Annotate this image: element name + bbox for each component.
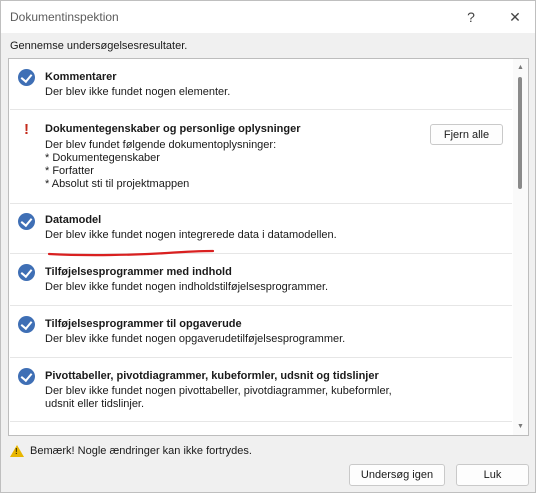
window-title: Dokumentinspektion [10, 10, 119, 24]
result-item-content-addins: Tilføjelsesprogrammer med indhold Der bl… [10, 254, 512, 306]
red-underline-annotation [47, 249, 215, 257]
scroll-up-icon[interactable]: ▲ [516, 63, 525, 72]
instructions-text: Gennemse undersøgelsesresultater. [10, 40, 188, 52]
result-text: Der blev ikke fundet nogen opgaverudetil… [45, 333, 346, 345]
check-circle-icon [18, 368, 35, 385]
result-text: Der blev ikke fundet nogen indholdstilfø… [45, 281, 329, 293]
result-title: Dokumentegenskaber og personlige oplysni… [45, 123, 301, 135]
result-title: Tilføjelsesprogrammer med indhold [45, 266, 232, 278]
result-title: Pivottabeller, pivotdiagrammer, kubeform… [45, 370, 379, 382]
help-button[interactable]: ? [461, 7, 481, 27]
result-title: Kommentarer [45, 71, 117, 83]
result-item-taskpane-addins: Tilføjelsesprogrammer til opgaverude Der… [10, 306, 512, 358]
close-button[interactable]: Luk [456, 464, 529, 486]
results-list: Kommentarer Der blev ikke fundet nogen e… [8, 58, 529, 436]
result-text: Der blev ikke fundet nogen integrerede d… [45, 229, 337, 241]
remove-all-button[interactable]: Fjern alle [430, 124, 503, 145]
check-circle-icon [18, 264, 35, 281]
exclamation-icon: ! [24, 121, 29, 138]
result-text: Der blev ikke fundet nogen pivottabeller… [45, 385, 392, 410]
footer-note-text: Bemærk! Nogle ændringer kan ikke fortryd… [30, 445, 252, 457]
result-text: Der blev ikke fundet nogen elementer. [45, 86, 231, 98]
footer-note: ! Bemærk! Nogle ændringer kan ikke fortr… [10, 445, 252, 457]
result-item-document-properties: ! Dokumentegenskaber og personlige oplys… [10, 110, 512, 204]
warning-triangle-icon: ! [10, 445, 24, 457]
result-title: Datamodel [45, 214, 102, 226]
title-bar: Dokumentinspektion ? ✕ [1, 1, 535, 33]
check-circle-icon [18, 213, 35, 230]
result-title: Tilføjelsesprogrammer til opgaverude [45, 318, 242, 330]
result-item-data-model: Datamodel Der blev ikke fundet nogen int… [10, 204, 512, 254]
scroll-thumb[interactable] [518, 77, 522, 189]
scroll-down-icon[interactable]: ▼ [516, 422, 525, 431]
reinspect-button[interactable]: Undersøg igen [349, 464, 445, 486]
close-window-button[interactable]: ✕ [505, 7, 525, 27]
check-circle-icon [18, 69, 35, 86]
document-inspector-dialog: Dokumentinspektion ? ✕ Gennemse undersøg… [0, 0, 536, 493]
result-item-partial [10, 422, 512, 435]
result-text: Der blev fundet følgende dokumentoplysni… [45, 139, 277, 190]
result-item-comments: Kommentarer Der blev ikke fundet nogen e… [10, 59, 512, 110]
results-scrollbar[interactable]: ▲ ▼ [513, 59, 528, 435]
result-item-pivottables: Pivottabeller, pivotdiagrammer, kubeform… [10, 358, 512, 422]
check-circle-icon [18, 316, 35, 333]
